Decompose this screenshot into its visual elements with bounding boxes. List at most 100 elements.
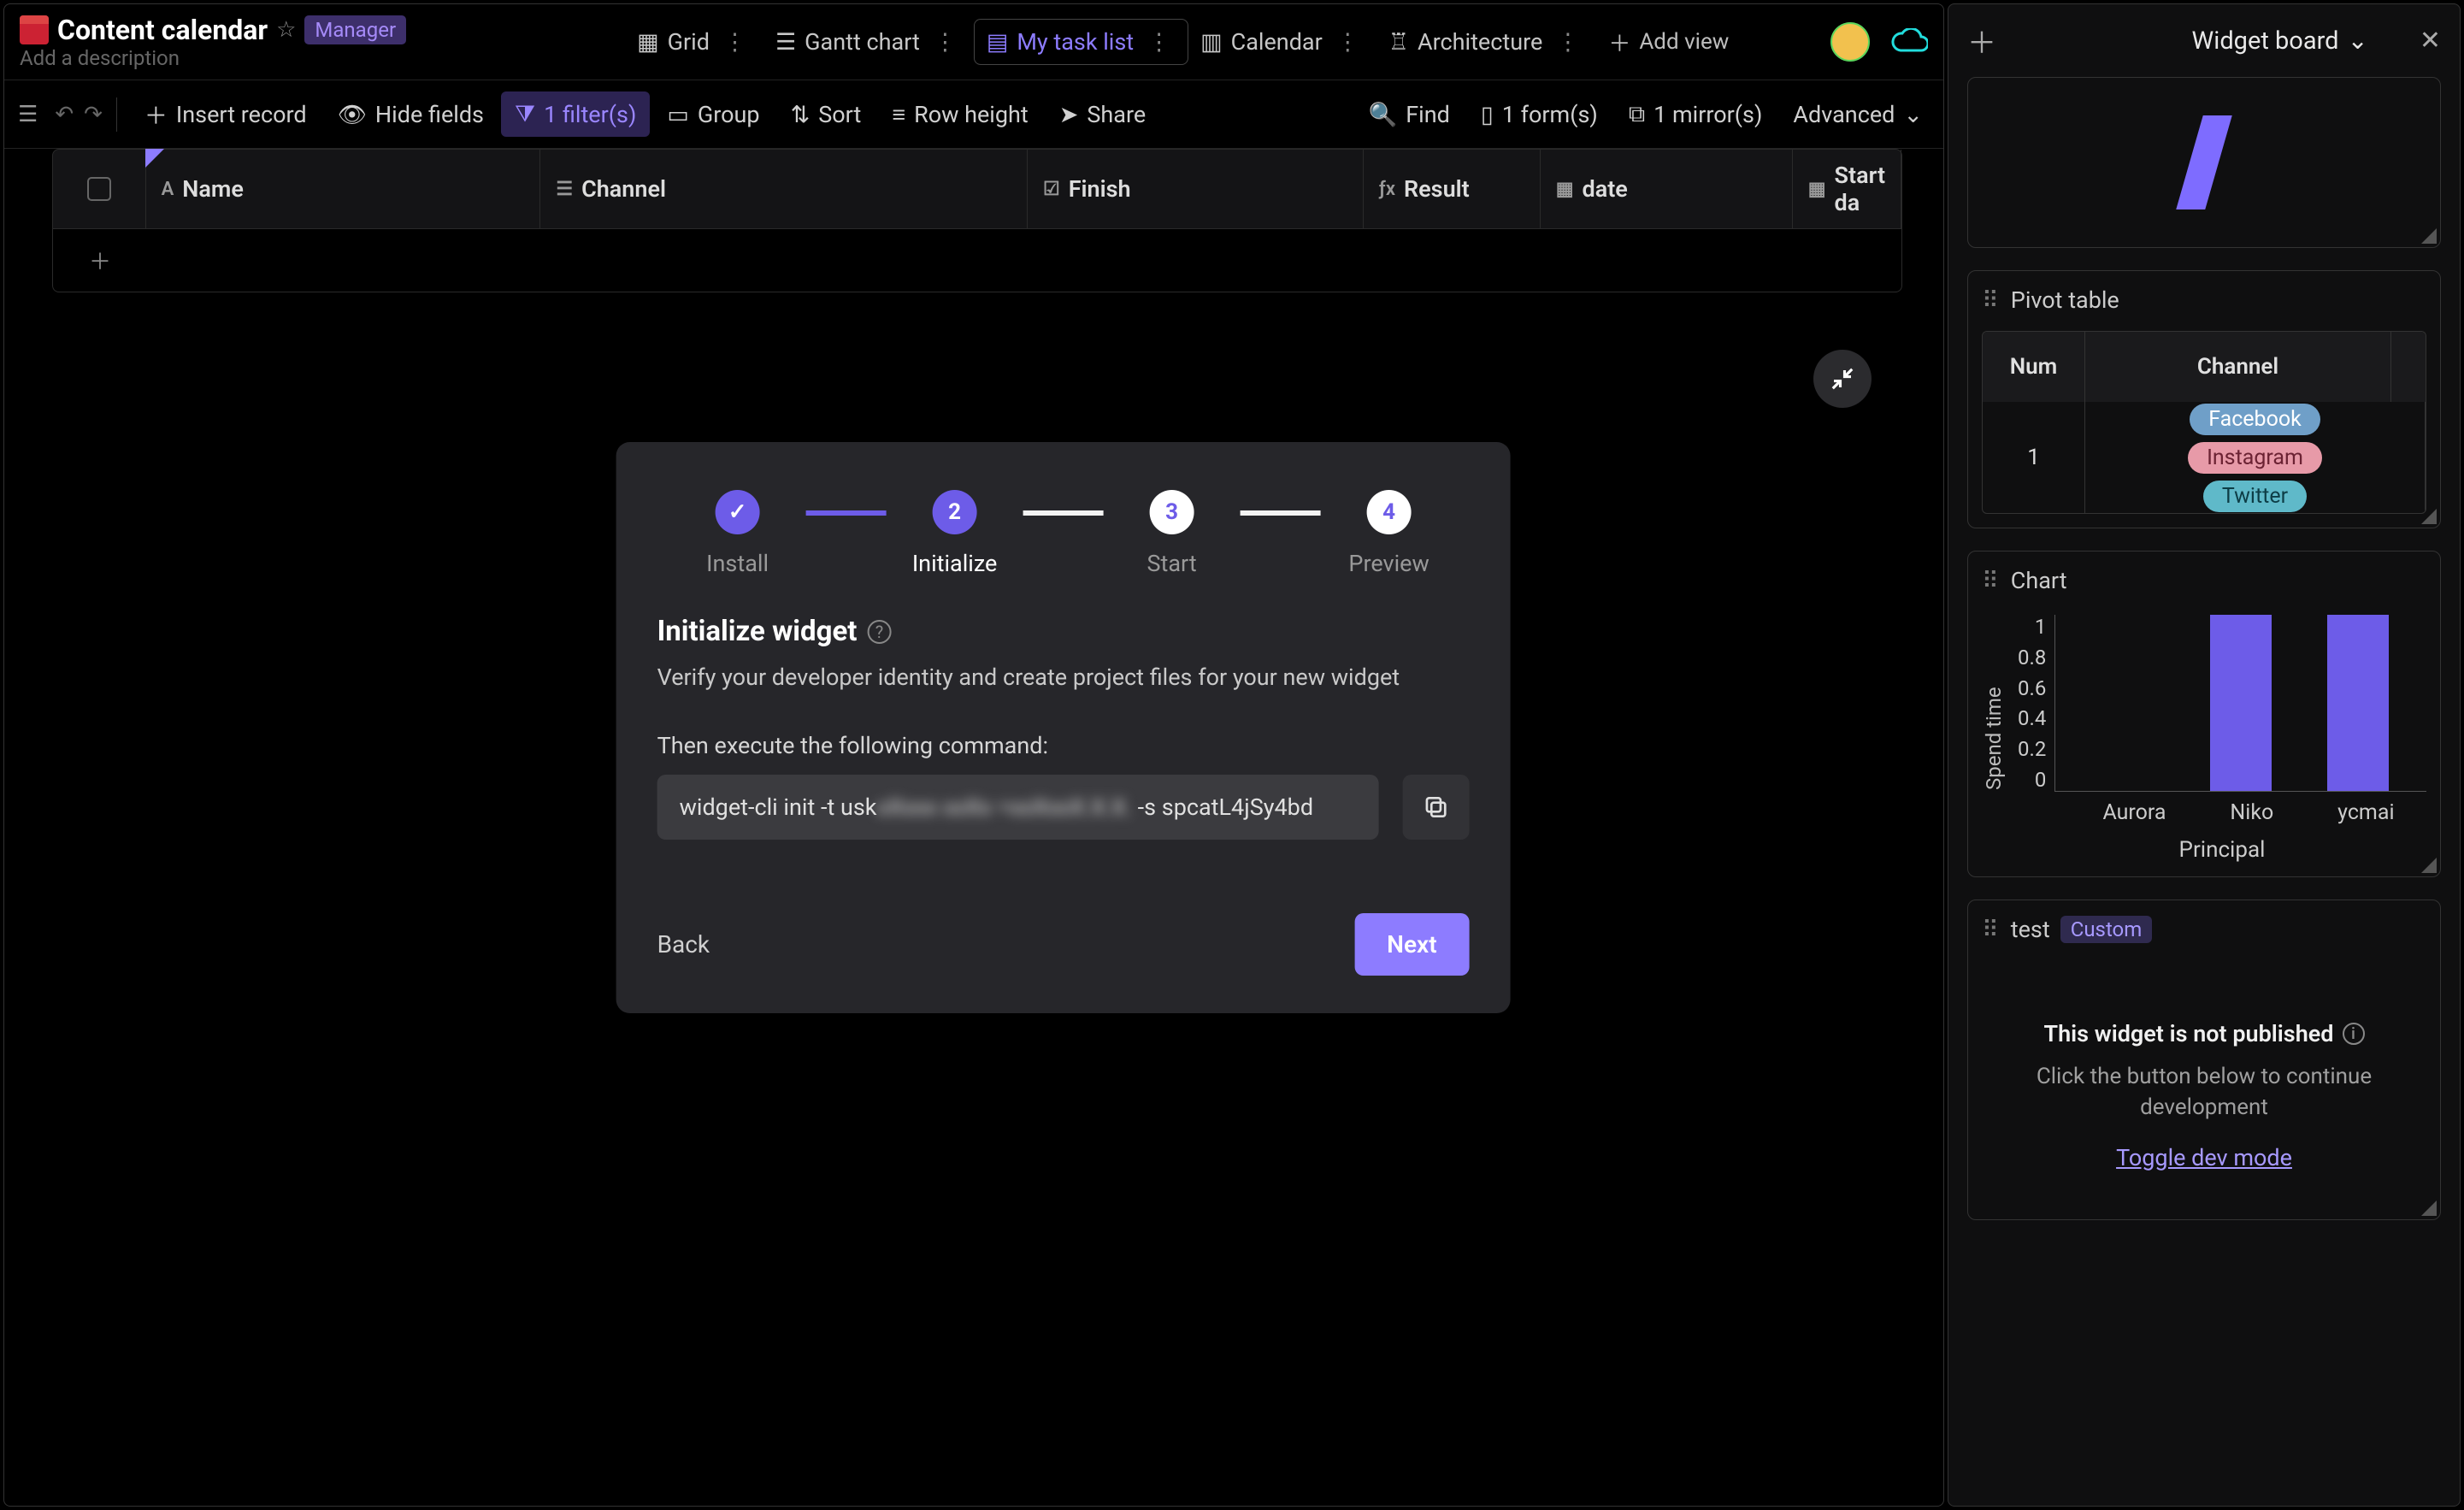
date-icon: ▦ xyxy=(1808,179,1826,200)
filter-button[interactable]: ⧩ 1 filter(s) xyxy=(501,91,650,137)
advanced-button[interactable]: Advanced ⌄ xyxy=(1779,92,1936,137)
resize-handle-icon[interactable] xyxy=(2421,858,2437,873)
sort-button[interactable]: ⇅ Sort xyxy=(777,92,875,137)
resize-handle-icon[interactable] xyxy=(2421,1200,2437,1216)
multiselect-icon: ☰ xyxy=(556,179,573,200)
view-tab-mytask[interactable]: ▤ My task list ⋮ xyxy=(974,19,1188,65)
share-button[interactable]: ➤ Share xyxy=(1046,92,1159,137)
tb-label: 1 filter(s) xyxy=(544,101,636,128)
text-field-icon: A xyxy=(162,179,174,200)
pivot-cell-num: 1 xyxy=(1983,402,2085,513)
step-number: 3 xyxy=(1150,490,1194,534)
view-tab-label: Architecture xyxy=(1418,28,1542,56)
checkbox-icon[interactable] xyxy=(87,177,111,201)
widget-preview-card[interactable] xyxy=(1967,77,2441,248)
step-label: Install xyxy=(706,550,769,577)
more-icon[interactable]: ⋮ xyxy=(928,28,962,56)
redo-icon[interactable]: ↷ xyxy=(84,102,103,127)
column-name[interactable]: A Name xyxy=(146,150,541,228)
more-icon[interactable]: ⋮ xyxy=(1142,28,1176,56)
more-icon[interactable]: ⋮ xyxy=(718,28,752,56)
column-label: Finish xyxy=(1069,175,1131,203)
widget-panel-header: ＋ Widget board ⌄ ✕ xyxy=(1948,4,2460,77)
test-heading-text: This widget is not published xyxy=(2044,1020,2334,1047)
column-label: Start da xyxy=(1835,162,1886,216)
gantt-icon: ☰ xyxy=(775,28,796,56)
pivot-table-card[interactable]: ⠿ Pivot table Num Channel 1 Facebook Ins… xyxy=(1967,270,2441,528)
formula-icon: ƒx xyxy=(1379,179,1395,200)
more-icon[interactable]: ⋮ xyxy=(1551,28,1584,56)
step-number: 2 xyxy=(933,490,977,534)
column-channel[interactable]: ☰ Channel xyxy=(540,150,1028,228)
tb-label: Hide fields xyxy=(375,101,484,128)
chart-card[interactable]: ⠿ Chart Spend time 1 0.8 0.6 0.4 0.2 xyxy=(1967,551,2441,877)
drag-handle-icon[interactable]: ⠿ xyxy=(1982,286,2001,314)
plus-icon: ＋ xyxy=(144,97,168,131)
help-icon[interactable]: ? xyxy=(867,620,891,644)
forms-button[interactable]: ▯ 1 form(s) xyxy=(1467,92,1612,137)
view-tab-gantt[interactable]: ☰ Gantt chart ⋮ xyxy=(763,20,974,64)
dialog-subtitle: Verify your developer identity and creat… xyxy=(657,664,1470,691)
stepper: ✓ Install 2 Initialize 3 Start 4 Preview xyxy=(657,490,1470,577)
hide-fields-button[interactable]: 👁 Hide fields xyxy=(324,92,498,137)
form-icon: ▯ xyxy=(1481,101,1494,128)
calendar-emoji-icon xyxy=(20,15,49,44)
view-tab-calendar[interactable]: ▥ Calendar ⋮ xyxy=(1188,20,1376,64)
star-icon[interactable]: ☆ xyxy=(276,17,296,43)
resize-handle-icon[interactable] xyxy=(2421,509,2437,524)
eye-icon: 👁 xyxy=(338,101,367,128)
toolbar: ☰ ↶ ↷ ＋ Insert record 👁 Hide fields ⧩ 1 … xyxy=(4,80,1943,149)
row-height-button[interactable]: ≡ Row height xyxy=(878,92,1041,137)
card-title: Chart xyxy=(2011,567,2067,594)
pivot-header-num[interactable]: Num xyxy=(1983,332,2085,402)
x-tick: Aurora xyxy=(2102,800,2166,825)
undo-icon[interactable]: ↶ xyxy=(55,102,74,127)
pivot-header-channel[interactable]: Channel xyxy=(2085,332,2391,402)
add-widget-button[interactable]: ＋ xyxy=(1967,20,1996,62)
view-tab-grid[interactable]: ▦ Grid ⋮ xyxy=(625,20,763,64)
description-placeholder[interactable]: Add a description xyxy=(20,46,406,70)
command-box[interactable]: widget-cli init -t uskxXxxx xxXx =xxXxxX… xyxy=(657,775,1379,840)
column-label: Result xyxy=(1404,175,1470,203)
step-start: 3 Start xyxy=(1104,490,1241,577)
role-badge[interactable]: Manager xyxy=(304,15,406,44)
mirrors-button[interactable]: ⧉ 1 mirror(s) xyxy=(1615,91,1777,137)
menu-icon[interactable]: ☰ xyxy=(11,95,44,134)
next-button[interactable]: Next xyxy=(1354,913,1469,976)
tb-label: Row height xyxy=(914,101,1029,128)
add-view-button[interactable]: ＋ Add view xyxy=(1596,18,1741,67)
architecture-icon: ♖ xyxy=(1388,28,1409,56)
view-tab-architecture[interactable]: ♖ Architecture ⋮ xyxy=(1376,20,1597,64)
more-icon[interactable]: ⋮ xyxy=(1331,28,1365,56)
select-all-cell[interactable] xyxy=(53,150,146,228)
group-button[interactable]: ▭ Group xyxy=(653,92,773,137)
column-label: Name xyxy=(182,175,244,203)
find-button[interactable]: 🔍 Find xyxy=(1355,92,1464,137)
page-title[interactable]: Content calendar xyxy=(57,14,268,46)
column-result[interactable]: ƒx Result xyxy=(1364,150,1541,228)
column-start-date[interactable]: ▦ Start da xyxy=(1793,150,1901,228)
chevron-down-icon: ⌄ xyxy=(1903,101,1923,128)
drag-handle-icon[interactable]: ⠿ xyxy=(1982,916,2001,943)
column-date[interactable]: ▦ date xyxy=(1541,150,1793,228)
close-panel-button[interactable]: ✕ xyxy=(2420,26,2441,56)
info-icon[interactable]: i xyxy=(2343,1023,2365,1045)
initialize-widget-dialog: ✓ Install 2 Initialize 3 Start 4 Preview xyxy=(616,442,1511,1013)
avatar[interactable] xyxy=(1830,22,1870,62)
view-tab-label: My task list xyxy=(1017,28,1134,56)
main-area: Content calendar ☆ Manager Add a descrip… xyxy=(3,3,1944,1507)
test-widget-card[interactable]: ⠿ test Custom This widget is not publish… xyxy=(1967,900,2441,1220)
widget-panel-title[interactable]: Widget board ⌄ xyxy=(2192,26,2368,56)
add-row-button[interactable]: ＋ xyxy=(53,229,147,292)
step-number: 4 xyxy=(1367,490,1412,534)
back-button[interactable]: Back xyxy=(657,930,710,958)
copy-button[interactable] xyxy=(1403,775,1470,840)
resize-handle-icon[interactable] xyxy=(2421,228,2437,244)
sync-cloud-icon[interactable] xyxy=(1890,28,1928,56)
insert-record-button[interactable]: ＋ Insert record xyxy=(131,89,321,139)
wp-title-label: Widget board xyxy=(2192,27,2339,56)
collapse-dialog-button[interactable] xyxy=(1813,350,1872,408)
drag-handle-icon[interactable]: ⠿ xyxy=(1982,567,2001,594)
toggle-dev-mode-link[interactable]: Toggle dev mode xyxy=(2116,1144,2292,1171)
column-finish[interactable]: ☑ Finish xyxy=(1028,150,1364,228)
